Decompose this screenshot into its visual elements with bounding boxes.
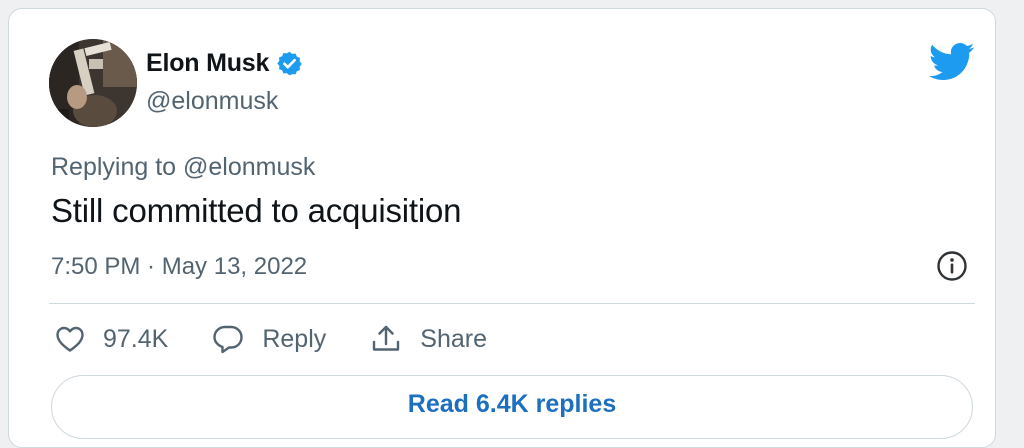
share-button[interactable]: Share [370,323,487,355]
avatar-image [49,39,137,127]
author-row: Elon Musk [146,49,303,78]
action-bar: 97.4K Reply Share [55,323,531,355]
tweet-timestamp[interactable]: 7:50 PM · May 13, 2022 [51,253,307,281]
tweet-text: Still committed to acquisition [51,192,462,229]
author-name[interactable]: Elon Musk [146,49,269,78]
heart-icon [56,326,84,352]
like-count: 97.4K [103,324,169,353]
tweet-card: Elon Musk @elonmusk Replying to @elonmus… [8,8,996,448]
twitter-bird-icon[interactable] [928,42,975,82]
read-replies-button[interactable]: Read 6.4K replies [51,375,973,439]
verified-badge-icon [276,50,303,77]
reply-bubble-icon [213,325,244,354]
info-icon[interactable] [936,250,968,282]
like-button[interactable]: 97.4K [55,325,168,354]
reply-button[interactable]: Reply [212,324,326,354]
replying-to: Replying to @elonmusk [51,153,316,181]
read-replies-label: Read 6.4K replies [407,390,617,418]
share-label: Share [420,324,487,353]
avatar[interactable] [49,39,137,127]
divider [49,303,975,304]
author-handle[interactable]: @elonmusk [146,87,278,116]
reply-label: Reply [262,324,327,353]
share-icon [373,325,400,351]
